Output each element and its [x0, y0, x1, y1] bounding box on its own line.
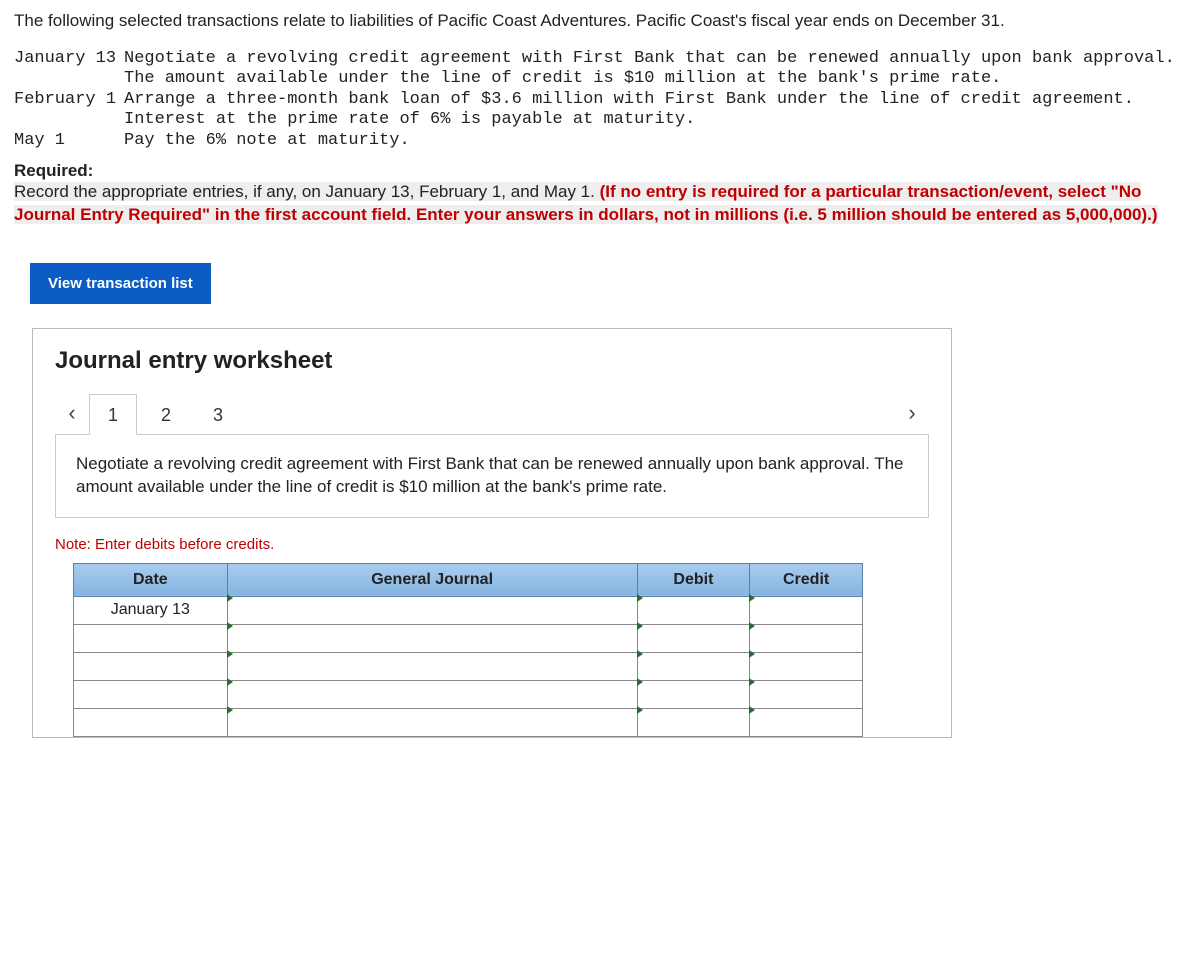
cell-date[interactable] — [74, 624, 228, 652]
cell-credit[interactable] — [750, 652, 863, 680]
cell-debit[interactable] — [637, 596, 750, 624]
table-row — [74, 652, 863, 680]
transaction-list: January 13 Negotiate a revolving credit … — [14, 49, 1186, 151]
problem-intro: The following selected transactions rela… — [14, 10, 1186, 33]
cell-general-journal[interactable] — [227, 708, 637, 736]
cell-credit[interactable] — [750, 680, 863, 708]
col-header-general-journal: General Journal — [227, 563, 637, 596]
tab-3[interactable]: 3 — [195, 395, 241, 434]
table-row — [74, 680, 863, 708]
transaction-description: Negotiate a revolving credit agreement w… — [55, 435, 929, 518]
journal-entry-worksheet: Journal entry worksheet ‹ 1 2 3 › Negoti… — [32, 328, 952, 738]
chevron-right-icon[interactable]: › — [895, 400, 929, 426]
table-row: January 13 — [74, 596, 863, 624]
table-row — [74, 624, 863, 652]
tab-1[interactable]: 1 — [89, 394, 137, 435]
view-transaction-list-button[interactable]: View transaction list — [30, 263, 211, 304]
required-lead: Record the appropriate entries, if any, … — [14, 182, 600, 201]
txn-date: May 1 — [14, 131, 124, 151]
chevron-left-icon[interactable]: ‹ — [55, 400, 89, 426]
cell-credit[interactable] — [750, 596, 863, 624]
col-header-date: Date — [74, 563, 228, 596]
txn-text: Pay the 6% note at maturity. — [124, 131, 1186, 151]
cell-credit[interactable] — [750, 708, 863, 736]
cell-debit[interactable] — [637, 652, 750, 680]
cell-debit[interactable] — [637, 624, 750, 652]
cell-date[interactable] — [74, 680, 228, 708]
worksheet-tabs: ‹ 1 2 3 › — [55, 393, 929, 435]
col-header-debit: Debit — [637, 563, 750, 596]
tab-2[interactable]: 2 — [143, 395, 189, 434]
cell-debit[interactable] — [637, 708, 750, 736]
txn-date: February 1 — [14, 90, 124, 131]
cell-general-journal[interactable] — [227, 596, 637, 624]
cell-general-journal[interactable] — [227, 680, 637, 708]
debits-before-credits-note: Note: Enter debits before credits. — [55, 536, 929, 553]
txn-text: Negotiate a revolving credit agreement w… — [124, 49, 1186, 90]
cell-general-journal[interactable] — [227, 624, 637, 652]
cell-debit[interactable] — [637, 680, 750, 708]
required-label: Required: — [14, 161, 1186, 181]
cell-credit[interactable] — [750, 624, 863, 652]
cell-general-journal[interactable] — [227, 652, 637, 680]
worksheet-title: Journal entry worksheet — [55, 347, 951, 375]
cell-date[interactable]: January 13 — [74, 596, 228, 624]
cell-date[interactable] — [74, 652, 228, 680]
journal-entry-table: Date General Journal Debit Credit Januar… — [73, 563, 863, 737]
txn-date: January 13 — [14, 49, 124, 90]
col-header-credit: Credit — [750, 563, 863, 596]
table-row — [74, 708, 863, 736]
required-text: Record the appropriate entries, if any, … — [14, 181, 1186, 227]
txn-text: Arrange a three-month bank loan of $3.6 … — [124, 90, 1186, 131]
cell-date[interactable] — [74, 708, 228, 736]
